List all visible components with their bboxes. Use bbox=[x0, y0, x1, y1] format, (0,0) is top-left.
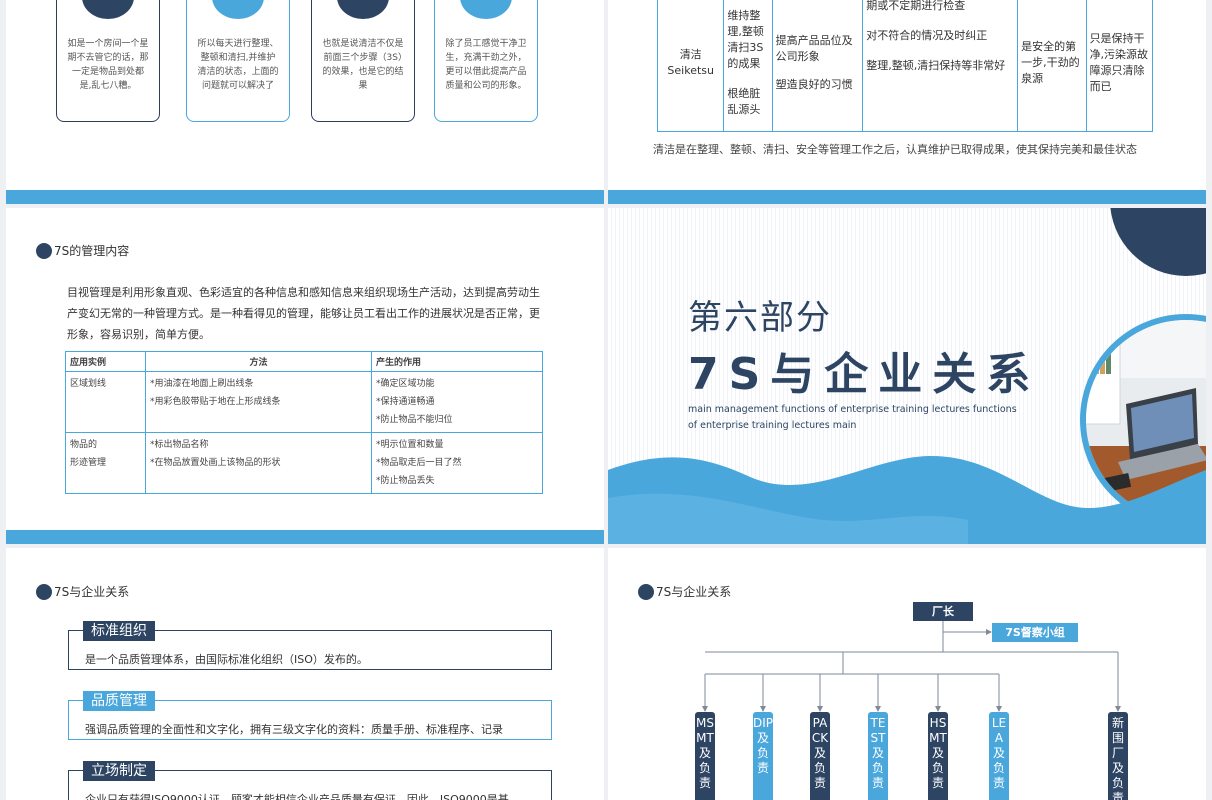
slide-footer-bar bbox=[6, 190, 604, 204]
card-text: 除了员工感觉干净卫生，充满干劲之外，更可以借此提高产品质量和公司的形象。 bbox=[445, 39, 527, 91]
example-cell: 区域划线 bbox=[65, 371, 146, 433]
method-item: *标出物品名称 bbox=[150, 440, 209, 450]
info-box-quality: 品质管理 强调品质管理的全面性和文字化，拥有三级文字化的资料：质量手册、标准程序… bbox=[68, 691, 552, 740]
heading-text: 7S与企业关系 bbox=[54, 585, 130, 599]
purpose-line: 提高产品品位及公司形象 bbox=[775, 34, 853, 63]
section-subtitle: main management functions of enterprise … bbox=[688, 402, 1028, 434]
box-text: 强调品质管理的全面性和文字化，拥有三级文字化的资料：质量手册、标准程序、记录 bbox=[85, 723, 503, 736]
card-text: 也就是说清洁不仅是前面三个步骤（3S）的效果，也是它的结果 bbox=[322, 39, 404, 91]
slide-visual-management[interactable]: 7S的管理内容 目视管理是利用形象直观、色彩适宜的各种信息和感知信息来组织现场生… bbox=[6, 208, 604, 544]
column-header: 产生的作用 bbox=[371, 351, 543, 372]
example-line: 形迹管理 bbox=[70, 458, 107, 468]
slide-iso-relations[interactable]: 7S与企业关系 标准组织 是一个品质管理体系，由国际标准化组织（ISO）发布的。… bbox=[6, 548, 604, 800]
org-dept-node: DIP及负责 bbox=[753, 712, 773, 800]
card-circle bbox=[82, 0, 134, 19]
purpose-line: 塑造良好的习惯 bbox=[775, 78, 853, 91]
slide-cleaning-cards[interactable]: 如是一个房间一个星期不去管它的话，那一定是物品到处都是,乱七八糟。 所以每天进行… bbox=[6, 0, 604, 204]
slide-footer-bar bbox=[6, 530, 604, 544]
definition-line: 维持整理,整顿清扫3S的成果 bbox=[727, 9, 764, 70]
table-header-row: 应用实例 方法 产生的作用 bbox=[65, 351, 543, 372]
practice-line: 整理,整顿,清扫保持等非常好 bbox=[866, 59, 1006, 72]
practice-cell: 期或不定期进行检查 对不符合的情况及时纠正 整理,整顿,清扫保持等非常好 bbox=[862, 0, 1019, 132]
example-cell: 物品的 形迹管理 bbox=[65, 432, 146, 494]
table-row: 清洁 Seiketsu 维持整理,整顿清扫3S的成果 根绝脏乱源头 提高产品品位… bbox=[656, 0, 1154, 132]
table-row: 物品的 形迹管理 *标出物品名称 *在物品放置处画上该物品的形状 *明示位置和数… bbox=[65, 432, 543, 494]
slide-seiketsu-table[interactable]: 清洁 Seiketsu 维持整理,整顿清扫3S的成果 根绝脏乱源头 提高产品品位… bbox=[608, 0, 1206, 204]
card-3: 也就是说清洁不仅是前面三个步骤（3S）的效果，也是它的结果 bbox=[311, 0, 415, 122]
slide-org-chart[interactable]: 7S与企业关系 厂长 7S督察小组 MSMT及负责 DIP及负责 PACK及负责… bbox=[608, 548, 1206, 800]
slide-section-title[interactable]: 第六部分 7S与企业关系 main management functions o… bbox=[608, 208, 1206, 544]
practice-line: 期或不定期进行检查 bbox=[866, 0, 966, 12]
box-tab: 标准组织 bbox=[83, 621, 155, 641]
effect-cell: *明示位置和数量 *物品取走后一目了然 *防止物品丢失 bbox=[371, 432, 543, 494]
card-circle bbox=[212, 0, 264, 19]
card-circle bbox=[460, 0, 512, 19]
org-dept-node: PACK及负责 bbox=[810, 712, 830, 800]
org-dept-node: HSMT及负责 bbox=[928, 712, 948, 800]
section-title: 7S与企业关系 bbox=[688, 349, 1041, 400]
method-cell: *用油漆在地面上刷出线条 *用彩色胶带贴于地在上形成线条 bbox=[145, 371, 372, 433]
box-tab: 品质管理 bbox=[83, 691, 155, 711]
definition-cell: 维持整理,整顿清扫3S的成果 根绝脏乱源头 bbox=[723, 0, 773, 132]
seiketsu-table: 清洁 Seiketsu 维持整理,整顿清扫3S的成果 根绝脏乱源头 提高产品品位… bbox=[656, 0, 1154, 132]
card-text: 所以每天进行整理、整顿和清扫,并维护清洁的状态，上面的问题就可以解决了 bbox=[197, 39, 279, 91]
purpose-cell: 提高产品品位及公司形象 塑造良好的习惯 bbox=[771, 0, 864, 132]
slide-footer-bar bbox=[608, 190, 1206, 204]
org-dept-node: LEA及负责 bbox=[989, 712, 1009, 800]
card-4: 除了员工感觉干净卫生，充满干劲之外，更可以借此提高产品质量和公司的形象。 bbox=[434, 0, 538, 122]
card-text: 如是一个房间一个星期不去管它的话，那一定是物品到处都是,乱七八糟。 bbox=[67, 39, 149, 91]
effect-item: *防止物品不能归位 bbox=[376, 415, 453, 425]
practice-line: 对不符合的情况及时纠正 bbox=[866, 29, 988, 42]
method-item: *在物品放置处画上该物品的形状 bbox=[150, 458, 281, 468]
org-dept-node: 新围厂及负责 bbox=[1108, 712, 1128, 800]
org-root-node: 厂长 bbox=[913, 602, 973, 621]
card-1: 如是一个房间一个星期不去管它的话，那一定是物品到处都是,乱七八糟。 bbox=[56, 0, 160, 122]
example-line: 物品的 bbox=[70, 440, 98, 450]
effect-item: *确定区域功能 bbox=[376, 379, 435, 389]
section-heading: 7S的管理内容 bbox=[36, 242, 129, 259]
term-name: 清洁 bbox=[679, 48, 702, 61]
term-english: Seiketsu bbox=[667, 64, 714, 77]
section-heading: 7S与企业关系 bbox=[36, 583, 129, 600]
meaning-cell: 是安全的第一步,干劲的泉源 bbox=[1017, 0, 1087, 132]
card-2: 所以每天进行整理、整顿和清扫,并维护清洁的状态，上面的问题就可以解决了 bbox=[186, 0, 290, 122]
org-dept-node: TEST及负责 bbox=[868, 712, 888, 800]
column-header: 方法 bbox=[145, 351, 372, 372]
effect-item: *物品取走后一目了然 bbox=[376, 458, 462, 468]
part-label: 第六部分 bbox=[688, 298, 832, 338]
navy-circle-shape bbox=[1110, 208, 1206, 276]
subtitle-line: of enterprise training lectures main bbox=[688, 420, 857, 431]
subtitle-line: main management functions of enterprise … bbox=[688, 404, 1017, 415]
card-circle bbox=[337, 0, 389, 19]
note-cell: 只是保持干净,污染源故障源只清除而已 bbox=[1085, 0, 1154, 132]
org-dept-node: MSMT及负责 bbox=[695, 712, 715, 800]
effect-item: *防止物品丢失 bbox=[376, 476, 435, 486]
intro-paragraph: 目视管理是利用形象直观、色彩适宜的各种信息和感知信息来组织现场生产活动，达到提高… bbox=[67, 286, 540, 341]
table-caption: 清洁是在整理、整顿、清扫、安全等管理工作之后，认真维护已取得成果，使其保持完美和… bbox=[653, 143, 1137, 156]
visual-management-table: 应用实例 方法 产生的作用 区域划线 *用油漆在地面上刷出线条 *用彩色胶带贴于… bbox=[65, 351, 543, 494]
effect-cell: *确定区域功能 *保持通道畅通 *防止物品不能归位 bbox=[371, 371, 543, 433]
bullet-dot-icon bbox=[36, 583, 52, 600]
definition-line: 根绝脏乱源头 bbox=[727, 87, 761, 116]
box-text: 是一个品质管理体系，由国际标准化组织（ISO）发布的。 bbox=[85, 653, 368, 666]
box-text: 企业只有获得ISO9000认证，顾客才能相信企业产品质量有保证，因此，ISO90… bbox=[85, 793, 509, 800]
info-box-position: 立场制定 企业只有获得ISO9000认证，顾客才能相信企业产品质量有保证，因此，… bbox=[68, 761, 552, 800]
table-row: 区域划线 *用油漆在地面上刷出线条 *用彩色胶带贴于地在上形成线条 *确定区域功… bbox=[65, 371, 543, 433]
box-tab: 立场制定 bbox=[83, 761, 155, 781]
heading-text: 7S的管理内容 bbox=[54, 244, 130, 258]
column-header: 应用实例 bbox=[65, 351, 146, 372]
term-cell: 清洁 Seiketsu bbox=[656, 0, 725, 132]
effect-item: *保持通道畅通 bbox=[376, 397, 435, 407]
info-box-standard: 标准组织 是一个品质管理体系，由国际标准化组织（ISO）发布的。 bbox=[68, 621, 552, 670]
method-item: *用彩色胶带贴于地在上形成线条 bbox=[150, 397, 281, 407]
effect-item: *明示位置和数量 bbox=[376, 440, 444, 450]
method-cell: *标出物品名称 *在物品放置处画上该物品的形状 bbox=[145, 432, 372, 494]
bullet-dot-icon bbox=[36, 242, 52, 259]
method-item: *用油漆在地面上刷出线条 bbox=[150, 379, 254, 389]
org-group-node: 7S督察小组 bbox=[992, 623, 1078, 642]
